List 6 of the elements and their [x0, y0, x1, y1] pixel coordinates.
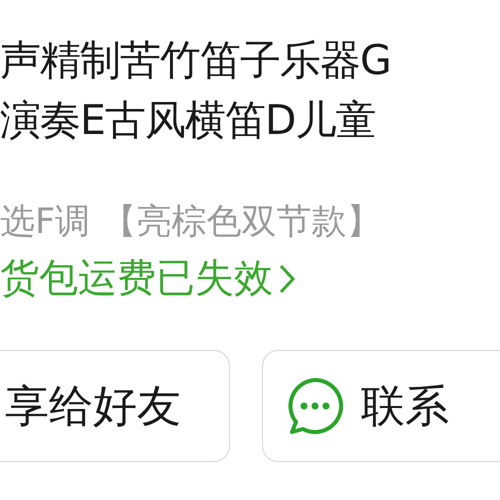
share-button[interactable]: 享给好友: [0, 350, 230, 462]
variant-label: 选F调 【亮棕色双节款】: [0, 201, 382, 244]
contact-button[interactable]: 联系: [262, 350, 500, 462]
chevron-right-icon: [277, 263, 297, 295]
product-title: 声精制苦竹笛子乐器G: [0, 35, 392, 86]
product-title: 演奏E古风横笛D儿童: [0, 95, 376, 146]
